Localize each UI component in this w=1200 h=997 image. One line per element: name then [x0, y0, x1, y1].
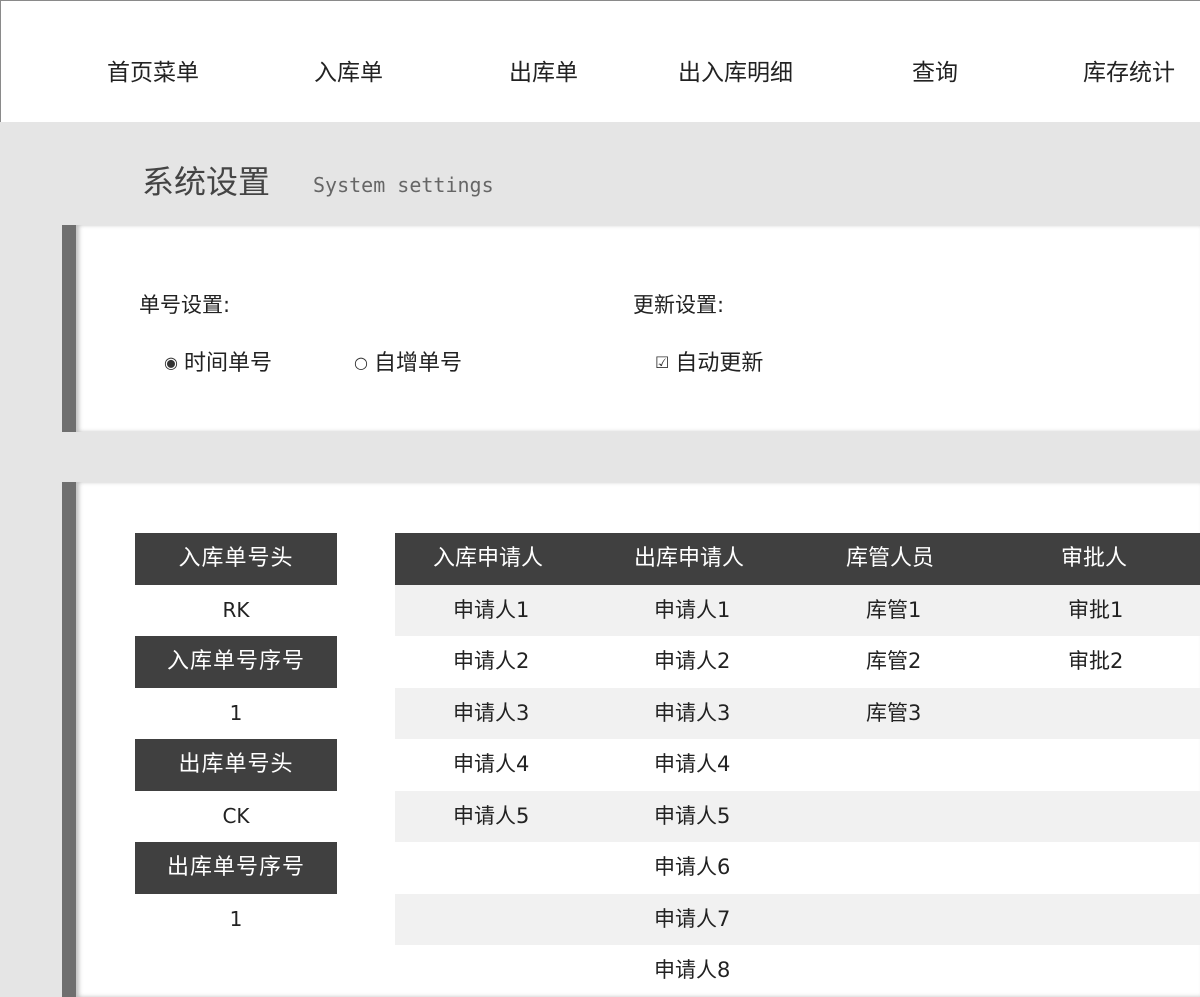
cell-outbound-applicant[interactable]: 申请人2 — [654, 636, 730, 687]
nav-item-inventory-stats[interactable]: 库存统计 — [1083, 57, 1175, 89]
column-header-inbound-applicant: 入库申请人 — [433, 546, 544, 571]
nav-item-query[interactable]: 查询 — [912, 57, 958, 89]
checkbox-checked-icon: ☑ — [655, 353, 670, 372]
cell-warehouse-keeper[interactable]: 库管2 — [866, 636, 921, 687]
settings-panel — [62, 225, 1200, 432]
table-row: 申请人8 — [395, 945, 1200, 996]
radio-time-number-label: 时间单号 — [183, 351, 272, 376]
radio-auto-increment-number[interactable]: ○ 自增单号 — [354, 348, 462, 379]
cell-outbound-applicant[interactable]: 申请人1 — [654, 585, 730, 636]
cell-approver[interactable]: 审批1 — [1068, 585, 1123, 636]
number-settings-label: 单号设置: — [139, 293, 231, 317]
column-header-approver: 审批人 — [1061, 546, 1128, 571]
column-header-outbound-applicant: 出库申请人 — [634, 546, 745, 571]
radio-auto-increment-label: 自增单号 — [373, 351, 462, 376]
cell-approver[interactable]: 审批2 — [1068, 636, 1123, 687]
cell-inbound-applicant[interactable]: 申请人2 — [453, 636, 529, 687]
outbound-prefix-label: 出库单号头 — [135, 739, 337, 791]
page-title: 系统设置 — [142, 163, 271, 201]
inbound-prefix-value[interactable]: RK — [135, 585, 337, 636]
top-nav-bar: 首页菜单 入库单 出库单 出入库明细 查询 库存统计 — [0, 0, 1200, 122]
page-subtitle: System settings — [313, 173, 494, 197]
inbound-sequence-value[interactable]: 1 — [135, 688, 337, 739]
inbound-prefix-label: 入库单号头 — [135, 533, 337, 585]
table-row: 申请人2 申请人2 库管2 审批2 — [395, 636, 1200, 687]
cell-outbound-applicant[interactable]: 申请人8 — [654, 945, 730, 996]
cell-outbound-applicant[interactable]: 申请人5 — [654, 791, 730, 842]
people-table-header: 入库申请人 出库申请人 库管人员 审批人 — [395, 533, 1200, 585]
cell-outbound-applicant[interactable]: 申请人3 — [654, 688, 730, 739]
nav-item-outbound-order[interactable]: 出库单 — [509, 57, 578, 89]
table-row: 申请人7 — [395, 894, 1200, 945]
cell-warehouse-keeper[interactable]: 库管3 — [866, 688, 921, 739]
table-row: 申请人4 申请人4 — [395, 739, 1200, 790]
radio-unchecked-icon: ○ — [354, 353, 368, 372]
outbound-sequence-value[interactable]: 1 — [135, 894, 337, 945]
update-settings-label: 更新设置: — [633, 293, 725, 317]
nav-item-inout-details[interactable]: 出入库明细 — [678, 57, 793, 89]
outbound-sequence-label: 出库单号序号 — [135, 842, 337, 894]
table-row: 申请人1 申请人1 库管1 审批1 — [395, 585, 1200, 636]
nav-item-inbound-order[interactable]: 入库单 — [314, 57, 383, 89]
column-header-warehouse-keeper: 库管人员 — [846, 546, 935, 571]
cell-outbound-applicant[interactable]: 申请人4 — [654, 739, 730, 790]
table-row: 申请人6 — [395, 842, 1200, 893]
radio-time-number[interactable]: ◉ 时间单号 — [164, 348, 272, 379]
cell-outbound-applicant[interactable]: 申请人6 — [654, 842, 730, 893]
cell-inbound-applicant[interactable]: 申请人3 — [453, 688, 529, 739]
cell-outbound-applicant[interactable]: 申请人7 — [654, 894, 730, 945]
outbound-prefix-value[interactable]: CK — [135, 791, 337, 842]
nav-item-home-menu[interactable]: 首页菜单 — [107, 57, 199, 89]
cell-inbound-applicant[interactable]: 申请人1 — [453, 585, 529, 636]
radio-checked-icon: ◉ — [164, 353, 178, 372]
table-row: 申请人5 申请人5 — [395, 791, 1200, 842]
inbound-sequence-label: 入库单号序号 — [135, 636, 337, 688]
cell-inbound-applicant[interactable]: 申请人4 — [453, 739, 529, 790]
checkbox-auto-update-label: 自动更新 — [675, 351, 764, 376]
checkbox-auto-update[interactable]: ☑ 自动更新 — [655, 348, 763, 379]
cell-inbound-applicant[interactable]: 申请人5 — [453, 791, 529, 842]
table-row: 申请人3 申请人3 库管3 — [395, 688, 1200, 739]
cell-warehouse-keeper[interactable]: 库管1 — [866, 585, 921, 636]
